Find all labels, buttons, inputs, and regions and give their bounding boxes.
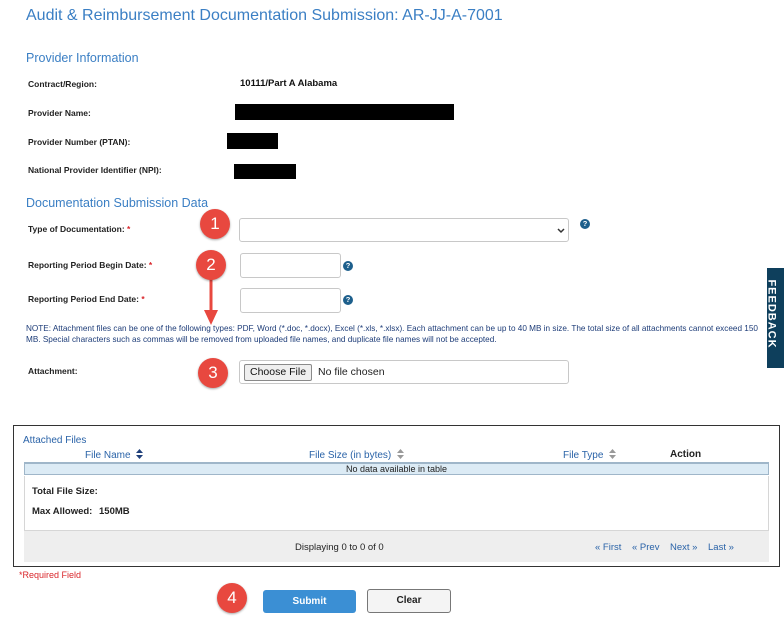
table-footer: Displaying 0 to 0 of 0 « First « Prev Ne… xyxy=(24,531,769,562)
annotation-badge-2: 2 xyxy=(196,250,226,280)
begin-label-text: Reporting Period Begin Date: xyxy=(28,260,147,270)
chevron-down-icon xyxy=(557,228,565,234)
column-header-file-type[interactable]: File Type xyxy=(563,449,617,461)
feedback-tab-label: FEEDBACK xyxy=(765,279,778,349)
ptan-label: Provider Number (PTAN): xyxy=(28,137,131,147)
ptan-redacted xyxy=(227,133,278,149)
contract-value: 10111/Part A Alabama xyxy=(240,78,338,89)
end-label-text: Reporting Period End Date: xyxy=(28,294,139,304)
annotation-arrow-icon xyxy=(204,276,218,325)
attached-files-panel: Attached Files File Name File Size (in b… xyxy=(13,425,780,567)
type-label-text: Type of Documentation: xyxy=(28,224,125,234)
sort-icon xyxy=(397,449,405,459)
table-summary: Total File Size: Max Allowed: 150MB xyxy=(24,476,769,531)
required-marker: * xyxy=(127,224,131,234)
attachment-file-input[interactable]: Choose File No file chosen xyxy=(239,360,569,384)
attachment-label: Attachment: xyxy=(28,366,78,376)
attachment-note: NOTE: Attachment files can be one of the… xyxy=(26,324,758,344)
required-marker: * xyxy=(141,294,145,304)
npi-label: National Provider Identifier (NPI): xyxy=(28,165,162,175)
column-header-label: File Name xyxy=(85,450,131,461)
choose-file-button[interactable]: Choose File xyxy=(244,364,313,381)
max-allowed-value: 150MB xyxy=(99,506,130,517)
column-header-action: Action xyxy=(670,449,702,460)
type-of-documentation-label: Type of Documentation: * xyxy=(28,224,130,234)
pager-prev[interactable]: « Prev xyxy=(632,542,659,553)
required-marker: * xyxy=(148,260,153,270)
pager-first[interactable]: « First xyxy=(595,542,621,553)
max-allowed: Max Allowed: 150MB xyxy=(32,506,130,517)
submission-data-heading: Documentation Submission Data xyxy=(26,196,209,210)
column-header-file-size[interactable]: File Size (in bytes) xyxy=(309,449,405,461)
total-file-size-label: Total File Size: xyxy=(32,486,98,497)
sort-icon xyxy=(609,449,617,459)
annotation-badge-3: 3 xyxy=(198,358,228,388)
npi-redacted xyxy=(234,164,296,179)
contract-label: Contract/Region: xyxy=(28,79,97,89)
provider-name-label: Provider Name: xyxy=(28,108,91,118)
no-file-chosen-text: No file chosen xyxy=(318,366,385,378)
annotation-badge-1: 1 xyxy=(200,209,230,239)
required-field-note: *Required Field xyxy=(19,570,82,580)
type-of-documentation-select[interactable] xyxy=(239,218,569,242)
help-icon[interactable]: ? xyxy=(343,295,353,305)
max-allowed-label: Max Allowed: xyxy=(32,506,93,517)
help-icon[interactable]: ? xyxy=(580,219,590,229)
column-header-file-name[interactable]: File Name xyxy=(85,449,144,461)
pager-last[interactable]: Last » xyxy=(708,542,734,553)
sort-icon xyxy=(136,449,144,459)
attached-files-caption: Attached Files xyxy=(23,435,87,446)
annotation-badge-4: 4 xyxy=(217,583,247,613)
clear-button[interactable]: Clear xyxy=(367,589,451,613)
end-date-label: Reporting Period End Date: * xyxy=(28,294,145,304)
provider-name-redacted xyxy=(235,104,454,120)
submit-button[interactable]: Submit xyxy=(263,590,356,613)
begin-date-input[interactable] xyxy=(240,253,341,278)
column-header-label: File Type xyxy=(563,450,604,461)
provider-info-heading: Provider Information xyxy=(26,51,139,65)
pager-next[interactable]: Next » xyxy=(670,542,697,553)
column-header-label: File Size (in bytes) xyxy=(309,450,392,461)
page-title: Audit & Reimbursement Documentation Subm… xyxy=(26,7,503,24)
end-date-input[interactable] xyxy=(240,288,341,313)
empty-table-row: No data available in table xyxy=(24,463,769,475)
help-icon[interactable]: ? xyxy=(343,261,353,271)
table-info: Displaying 0 to 0 of 0 xyxy=(295,542,384,553)
begin-date-label: Reporting Period Begin Date: * xyxy=(28,260,152,270)
feedback-tab[interactable]: FEEDBACK xyxy=(765,268,784,368)
